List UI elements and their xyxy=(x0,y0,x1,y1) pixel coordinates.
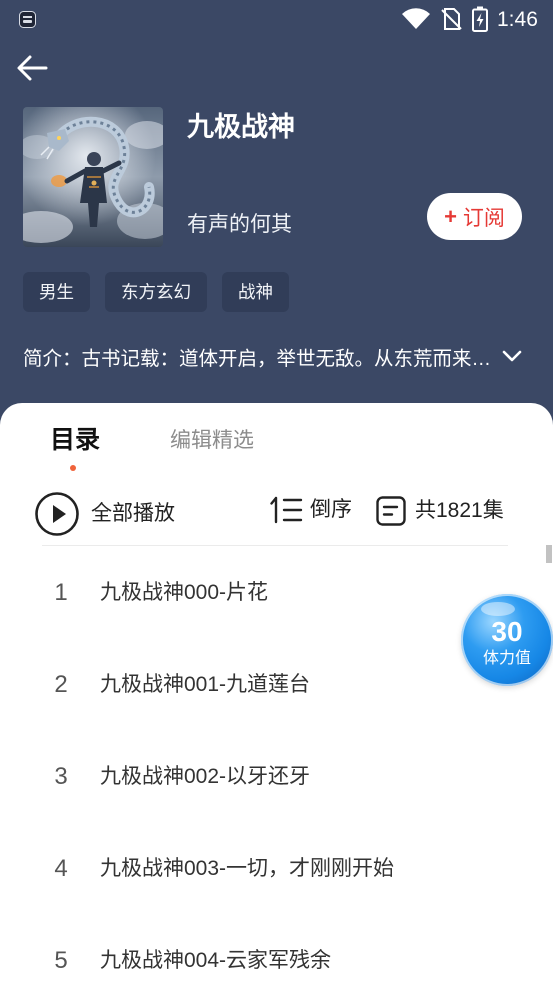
app-notification-icon xyxy=(19,11,36,28)
list-item[interactable]: 3 九极战神002-以牙还牙 xyxy=(0,757,553,797)
chevron-down-icon[interactable] xyxy=(499,346,525,368)
status-bar: 1:46 xyxy=(0,0,553,38)
list-item[interactable]: 5 九极战神004-云家军残余 xyxy=(0,941,553,981)
plus-icon: + xyxy=(444,203,457,229)
episode-number: 2 xyxy=(54,671,68,698)
list-item[interactable]: 4 九极战神003-一切，才刚刚开始 xyxy=(0,849,553,889)
sort-order-button[interactable]: 倒序 xyxy=(270,494,352,526)
status-time: 1:46 xyxy=(497,8,538,31)
episode-title: 九极战神004-云家军残余 xyxy=(100,949,332,972)
sort-icon xyxy=(270,496,303,524)
episode-title: 九极战神000-片花 xyxy=(100,581,269,604)
stamina-badge[interactable]: 30 体力值 xyxy=(461,594,553,686)
battery-charging-icon xyxy=(472,6,488,32)
stamina-label: 体力值 xyxy=(482,650,531,667)
no-sim-icon xyxy=(440,7,462,31)
play-all-button[interactable]: 全部播放 xyxy=(35,492,175,536)
episode-title: 九极战神003-一切，才刚刚开始 xyxy=(100,857,395,880)
tab-editor-picks[interactable]: 编辑精选 xyxy=(170,427,254,455)
bubble-shine xyxy=(481,602,515,616)
sort-label: 倒序 xyxy=(310,498,352,521)
synopsis-text[interactable]: 简介：古书记载：道体开启，举世无敌。从东荒而来… xyxy=(23,345,498,373)
tab-catalog[interactable]: 目录 xyxy=(50,425,100,455)
wifi-icon xyxy=(401,8,431,30)
back-button[interactable] xyxy=(12,50,52,86)
list-item[interactable]: 2 九极战神001-九道莲台 xyxy=(0,665,553,705)
play-all-label: 全部播放 xyxy=(91,502,175,525)
episode-number: 3 xyxy=(54,763,68,790)
episode-count-label: 共1821集 xyxy=(415,499,504,522)
episode-title: 九极战神002-以牙还牙 xyxy=(100,765,311,788)
arrow-left-icon xyxy=(16,54,48,82)
episode-panel: 目录 编辑精选 全部播放 倒序 共1821集 1 九极战神000-片花 2 九极… xyxy=(0,403,553,983)
episode-number: 4 xyxy=(54,855,68,882)
scrollbar-thumb[interactable] xyxy=(546,545,552,563)
list-icon xyxy=(376,496,406,526)
divider xyxy=(42,545,508,546)
episode-count-button[interactable]: 共1821集 xyxy=(376,495,504,527)
book-cover-image xyxy=(23,107,163,247)
episode-number: 5 xyxy=(54,947,68,974)
subscribe-label: 订阅 xyxy=(462,206,505,230)
subscribe-button[interactable]: + 订阅 xyxy=(427,193,522,240)
tag-chip[interactable]: 男生 xyxy=(23,272,90,312)
tag-chip[interactable]: 战神 xyxy=(222,272,289,312)
active-tab-indicator xyxy=(70,465,76,471)
tag-chip[interactable]: 东方玄幻 xyxy=(105,272,207,312)
book-title: 九极战神 xyxy=(187,112,295,142)
list-item[interactable]: 1 九极战神000-片花 xyxy=(0,573,553,613)
tag-list: 男生 东方玄幻 战神 xyxy=(23,272,289,312)
episode-title: 九极战神001-九道莲台 xyxy=(100,673,311,696)
stamina-value: 30 xyxy=(491,616,523,647)
play-circle-icon xyxy=(35,492,79,536)
episode-number: 1 xyxy=(54,579,68,606)
author-name[interactable]: 有声的何其 xyxy=(187,211,292,239)
